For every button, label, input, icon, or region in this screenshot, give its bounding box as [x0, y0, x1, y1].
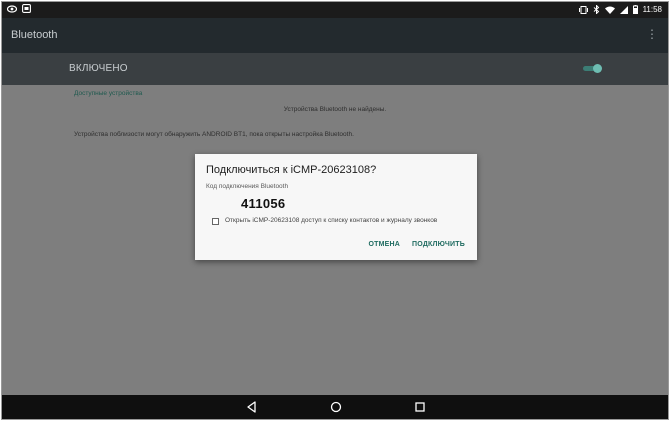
back-icon[interactable] [245, 400, 259, 414]
vibrate-icon [578, 5, 588, 14]
signal-icon [619, 5, 628, 14]
pairing-code: 411056 [241, 196, 286, 211]
cancel-button[interactable]: ОТМЕНА [369, 241, 401, 248]
overflow-menu-icon[interactable]: ⋮ [646, 27, 658, 41]
no-devices-text: Устройства Bluetooth не найдены. [283, 106, 387, 113]
dialog-title: Подключиться к iCMP-20623108? [206, 164, 377, 176]
status-left [7, 4, 31, 13]
bluetooth-icon [593, 5, 599, 14]
notification-app-icon [22, 4, 31, 13]
home-icon[interactable] [329, 400, 343, 414]
dialog-actions: ОТМЕНА ПОДКЛЮЧИТЬ [369, 241, 465, 248]
available-devices-header: Доступные устройства [74, 90, 143, 97]
status-bar: 11:58 [2, 2, 668, 18]
recents-icon[interactable] [413, 400, 427, 414]
page-title: Bluetooth [11, 29, 58, 41]
eye-icon [7, 4, 17, 13]
navigation-bar [2, 395, 668, 419]
contacts-access-label[interactable]: Открыть iCMP-20623108 доступ к списку ко… [225, 217, 437, 224]
bluetooth-toggle[interactable] [583, 64, 602, 73]
status-right: 11:58 [578, 4, 662, 15]
visibility-notice: Устройства поблизости могут обнаружить A… [74, 131, 354, 138]
switch-label: ВКЛЮЧЕНО [69, 63, 128, 74]
status-time: 11:58 [642, 5, 662, 14]
app-bar: Bluetooth ⋮ [2, 18, 668, 53]
battery-icon [632, 5, 638, 14]
contacts-access-checkbox[interactable] [212, 218, 219, 225]
wifi-icon [604, 6, 615, 14]
toggle-thumb [593, 64, 602, 73]
bluetooth-switch-bar[interactable]: ВКЛЮЧЕНО [2, 53, 668, 85]
connect-button[interactable]: ПОДКЛЮЧИТЬ [412, 241, 465, 248]
pairing-code-caption: Код подключения Bluetooth [206, 183, 289, 190]
pairing-dialog: Подключиться к iCMP-20623108? Код подклю… [195, 154, 477, 260]
device-screen: 11:58 Bluetooth ⋮ ВКЛЮЧЕНО Доступные уст… [1, 1, 669, 420]
